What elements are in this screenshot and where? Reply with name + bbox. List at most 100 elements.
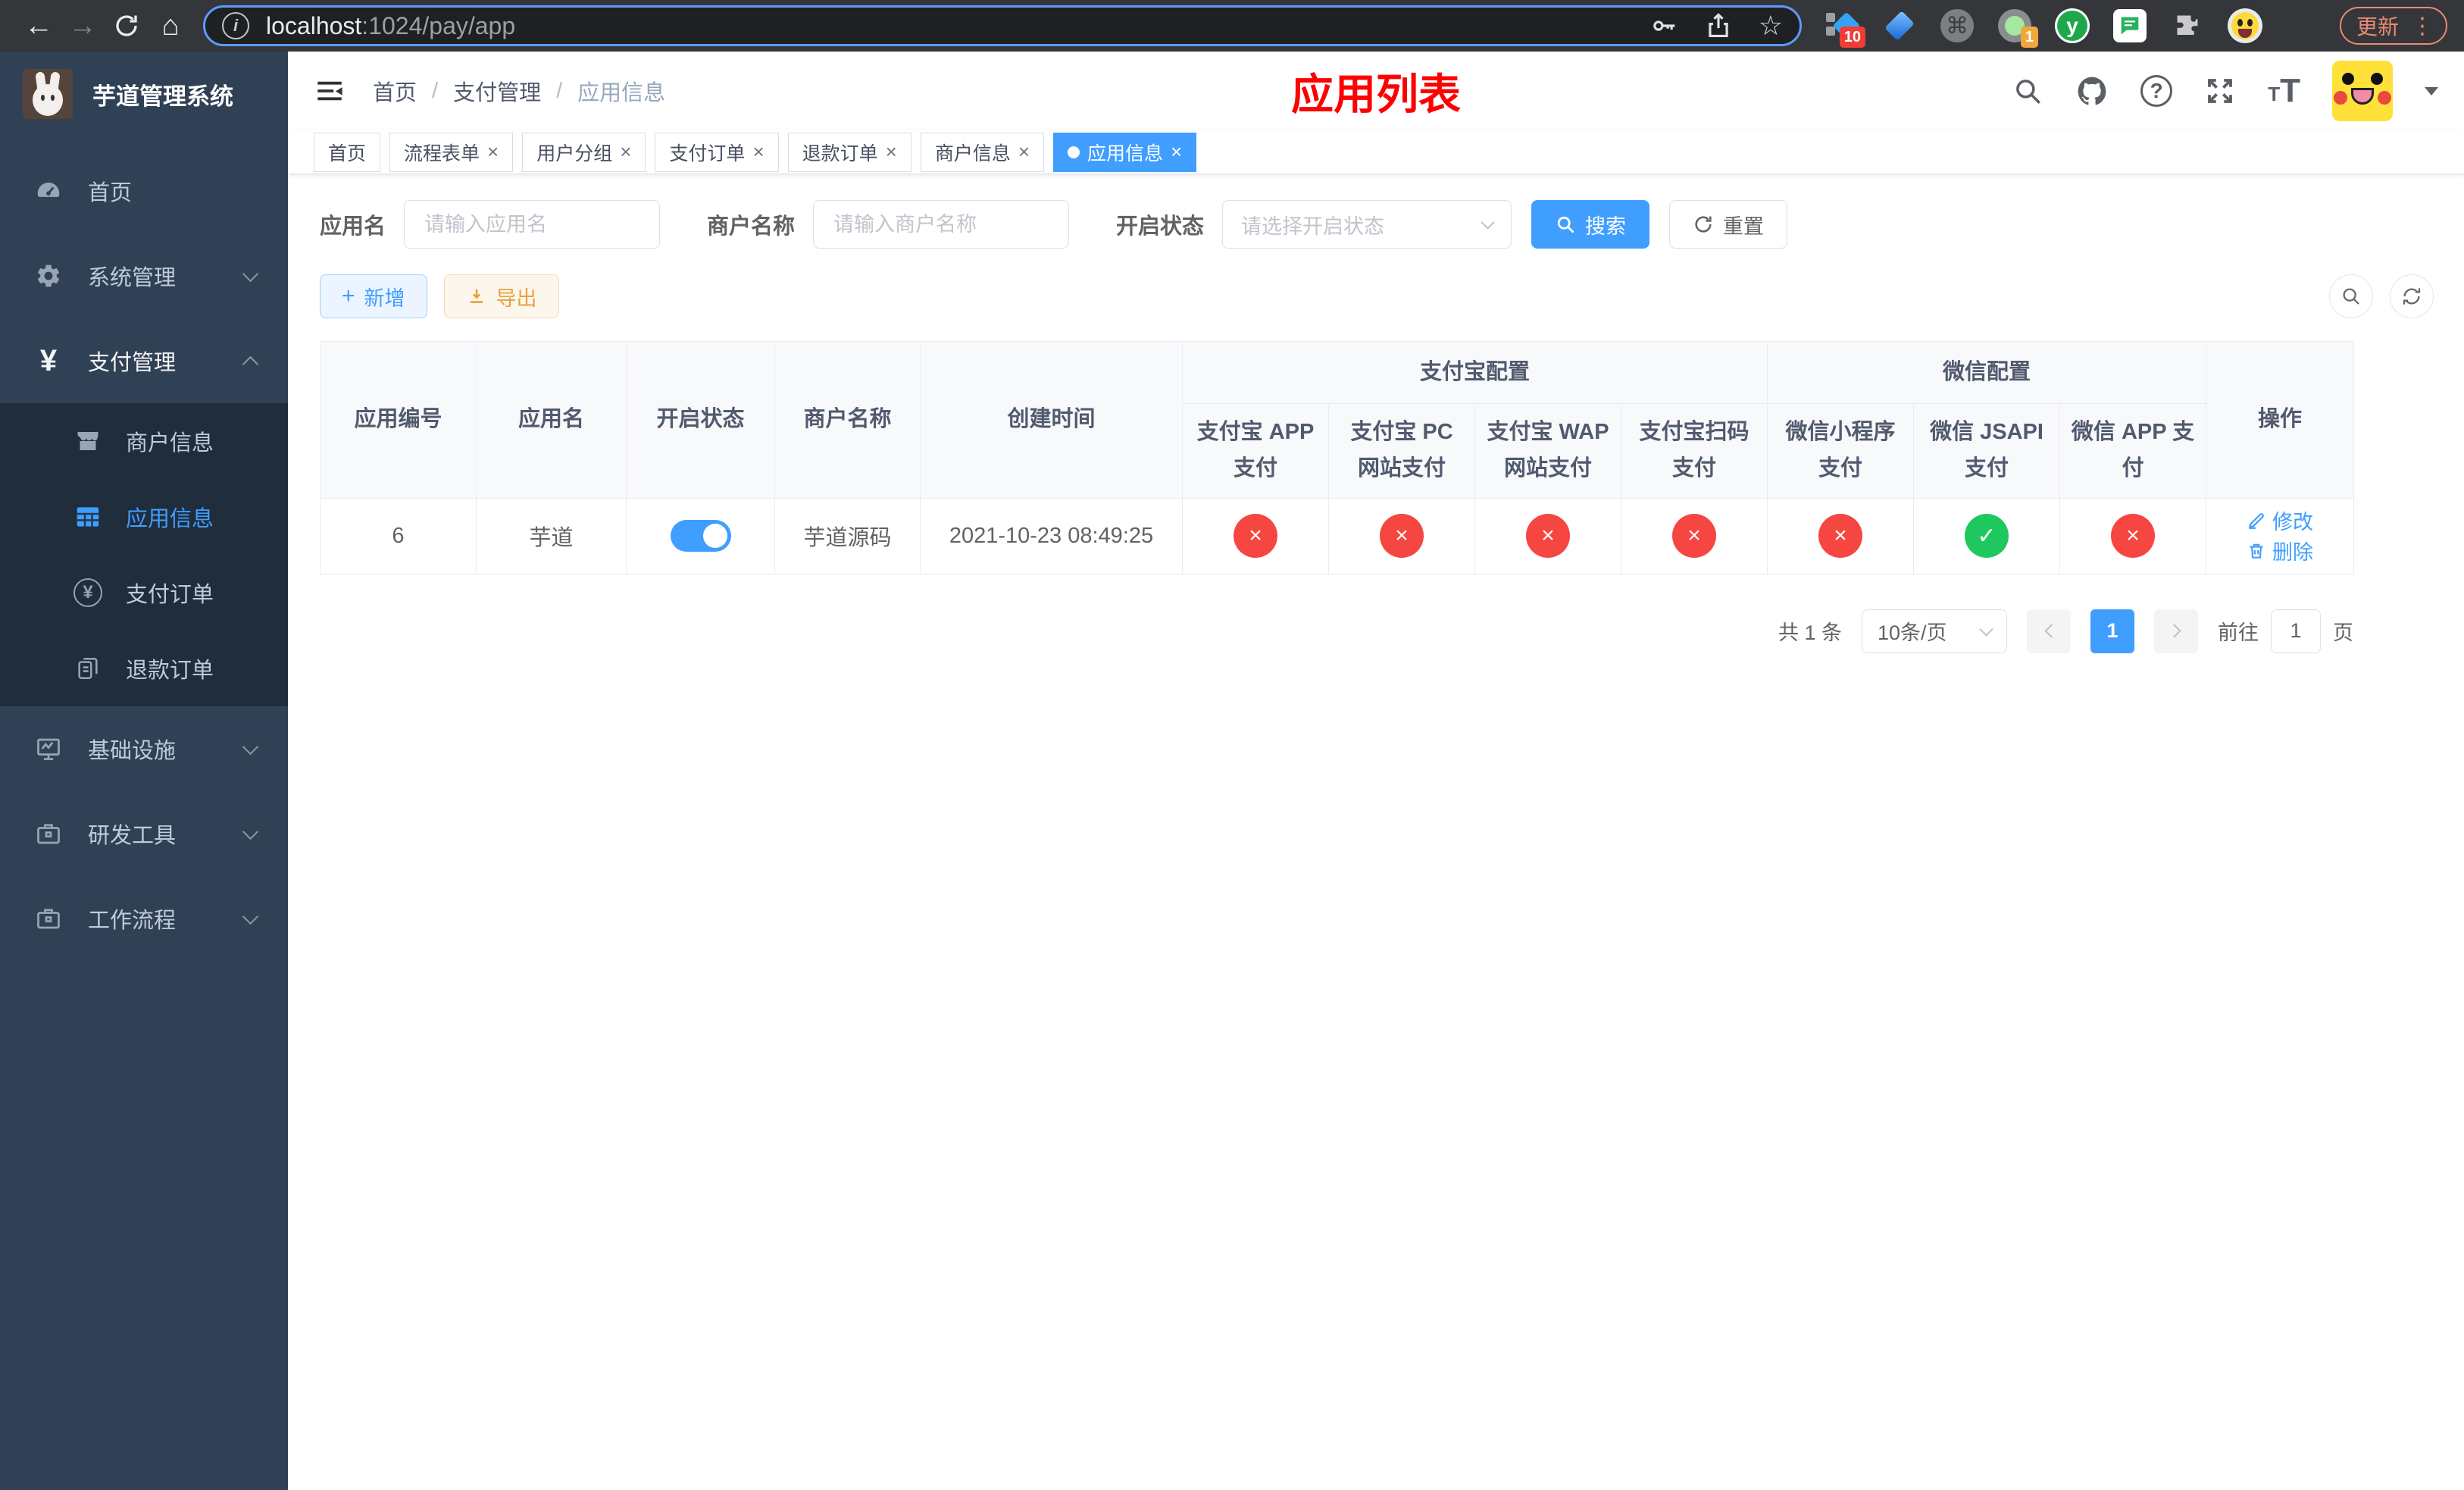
chat-bubble-icon [2113,9,2147,42]
tab-app-info[interactable]: 应用信息 × [1053,132,1197,172]
help-button[interactable]: ? [2140,75,2173,107]
share-button[interactable] [1704,11,1733,40]
document-icon [71,656,105,681]
cross-status-icon: × [1234,514,1277,559]
cell-wechat-app: × [2059,497,2207,574]
cell-merchant: 芋道源码 [774,497,921,574]
current-page-button[interactable]: 1 [2090,609,2134,653]
monitor-chart-icon [32,735,65,762]
app-name-label: 应用名 [320,214,386,239]
goto-page-input[interactable] [2271,609,2321,653]
browser-update-button[interactable]: 更新 ⋮ [2339,7,2447,45]
home-button[interactable]: ⌂ [149,4,192,48]
tab-user-group[interactable]: 用户分组 × [522,132,646,172]
tab-process-form[interactable]: 流程表单 × [389,132,514,172]
breadcrumb-current: 应用信息 [577,81,666,105]
page-content: 应用名 商户名称 开启状态 请选择开启状态 搜索 重置 [288,174,2464,1490]
home-icon: ⌂ [161,9,180,42]
status-toggle[interactable] [670,520,731,552]
bookmark-button[interactable]: ☆ [1759,10,1783,42]
toggle-search-button[interactable] [2329,274,2373,318]
sidebar-logo[interactable]: 芋道管理系统 [0,52,288,136]
close-icon[interactable]: × [752,140,764,164]
share-icon [1709,13,1728,38]
export-button[interactable]: 导出 [443,274,559,318]
check-status-icon: ✓ [1965,514,2009,559]
close-icon[interactable]: × [487,140,499,164]
delete-button[interactable]: 删除 [2247,536,2313,565]
close-icon[interactable]: × [1018,140,1030,164]
sidebar-item-workflow[interactable]: 工作流程 [0,876,288,961]
site-info-icon[interactable]: i [222,12,249,39]
cross-status-icon: × [1380,514,1424,559]
add-button-label: 新增 [364,286,405,310]
address-bar[interactable]: i localhost:1024/pay/app ☆ [203,5,1802,46]
fullscreen-button[interactable] [2204,75,2236,107]
sidebar-item-infrastructure[interactable]: 基础设施 [0,706,288,791]
reset-button[interactable]: 重置 [1669,200,1788,249]
back-button[interactable]: ← [17,4,61,48]
col-header-alipay-wap: 支付宝 WAP 网站支付 [1474,403,1621,499]
sidebar-item-system[interactable]: 系统管理 [0,233,288,318]
navbar-actions: ? TT [2012,61,2438,121]
edit-button[interactable]: 修改 [2247,506,2313,535]
group-header-wechat: 微信配置 [1767,341,2207,404]
close-icon[interactable]: × [620,140,631,164]
extension-chat[interactable] [2112,8,2147,43]
extension-kite[interactable] [1882,8,1917,43]
caret-down-icon[interactable] [2425,86,2438,95]
close-icon[interactable]: × [886,140,897,164]
extension-command[interactable]: ⌘ [1940,8,1975,43]
sidebar-item-home[interactable]: 首页 [0,149,288,233]
add-button[interactable]: + 新增 [320,274,427,318]
close-icon[interactable]: × [1171,140,1182,164]
hamburger-button[interactable] [314,75,346,107]
kebab-menu-icon[interactable]: ⋮ [2411,13,2434,39]
sidebar-subitem-refund-order[interactable]: 退款订单 [0,631,288,706]
github-link[interactable] [2075,74,2109,108]
extension-grid-diamond[interactable]: 10 [1825,8,1865,48]
sidebar-subitem-pay-order[interactable]: ¥ 支付订单 [0,555,288,631]
tab-pay-order[interactable]: 支付订单 × [655,132,779,172]
sidebar-item-payment[interactable]: ¥ 支付管理 [0,318,288,403]
page-size-select[interactable]: 10条/页 [1862,609,2007,653]
chevron-down-icon [242,823,259,840]
breadcrumb-home[interactable]: 首页 [373,75,417,107]
sidebar-item-devtools[interactable]: 研发工具 [0,791,288,876]
extension-yuque[interactable]: y [2055,8,2090,43]
sidebar-subitem-app-info[interactable]: 应用信息 [0,479,288,555]
user-avatar[interactable] [2332,61,2393,121]
tab-label: 用户分组 [536,142,613,164]
url-host: localhost [266,11,362,39]
app-name-input[interactable] [404,200,661,249]
edit-label: 修改 [2272,510,2314,534]
reset-button-label: 重置 [1723,214,1765,238]
update-label: 更新 [2356,15,2399,39]
next-page-button[interactable] [2154,609,2198,653]
trash-icon [2250,543,2263,559]
browser-profile-avatar[interactable] [2228,8,2262,43]
status-select[interactable]: 请选择开启状态 [1222,200,1512,249]
apps-table-wrap: 应用编号 应用名 开启状态 商户名称 创建时间 支付宝配置 微信配置 操作 支付… [320,341,2355,574]
merchant-name-input[interactable] [813,200,1070,249]
refresh-table-button[interactable] [2390,274,2434,318]
search-button[interactable]: 搜索 [1531,200,1650,249]
forward-button[interactable]: → [61,4,105,48]
tab-merchant-info[interactable]: 商户信息 × [920,132,1045,172]
extension-recorder[interactable]: 1 [1997,8,2038,48]
font-size-button[interactable]: TT [2268,74,2300,108]
app-title: 芋道管理系统 [92,83,233,110]
password-key-button[interactable] [1649,11,1678,40]
prev-page-button[interactable] [2027,609,2071,653]
extensions-menu-button[interactable] [2170,8,2205,43]
tab-home[interactable]: 首页 [314,132,381,172]
plus-icon: + [342,283,355,308]
sidebar-subitem-merchant-info[interactable]: 商户信息 [0,403,288,479]
apps-table: 应用编号 应用名 开启状态 商户名称 创建时间 支付宝配置 微信配置 操作 支付… [320,341,2355,574]
dashboard-icon [32,177,65,205]
reload-button[interactable] [105,4,149,48]
header-search-button[interactable] [2012,75,2043,107]
breadcrumb-payment[interactable]: 支付管理 [453,75,541,107]
tab-refund-order[interactable]: 退款订单 × [787,132,911,172]
pagination: 共 1 条 10条/页 1 前往 页 [320,609,2353,653]
